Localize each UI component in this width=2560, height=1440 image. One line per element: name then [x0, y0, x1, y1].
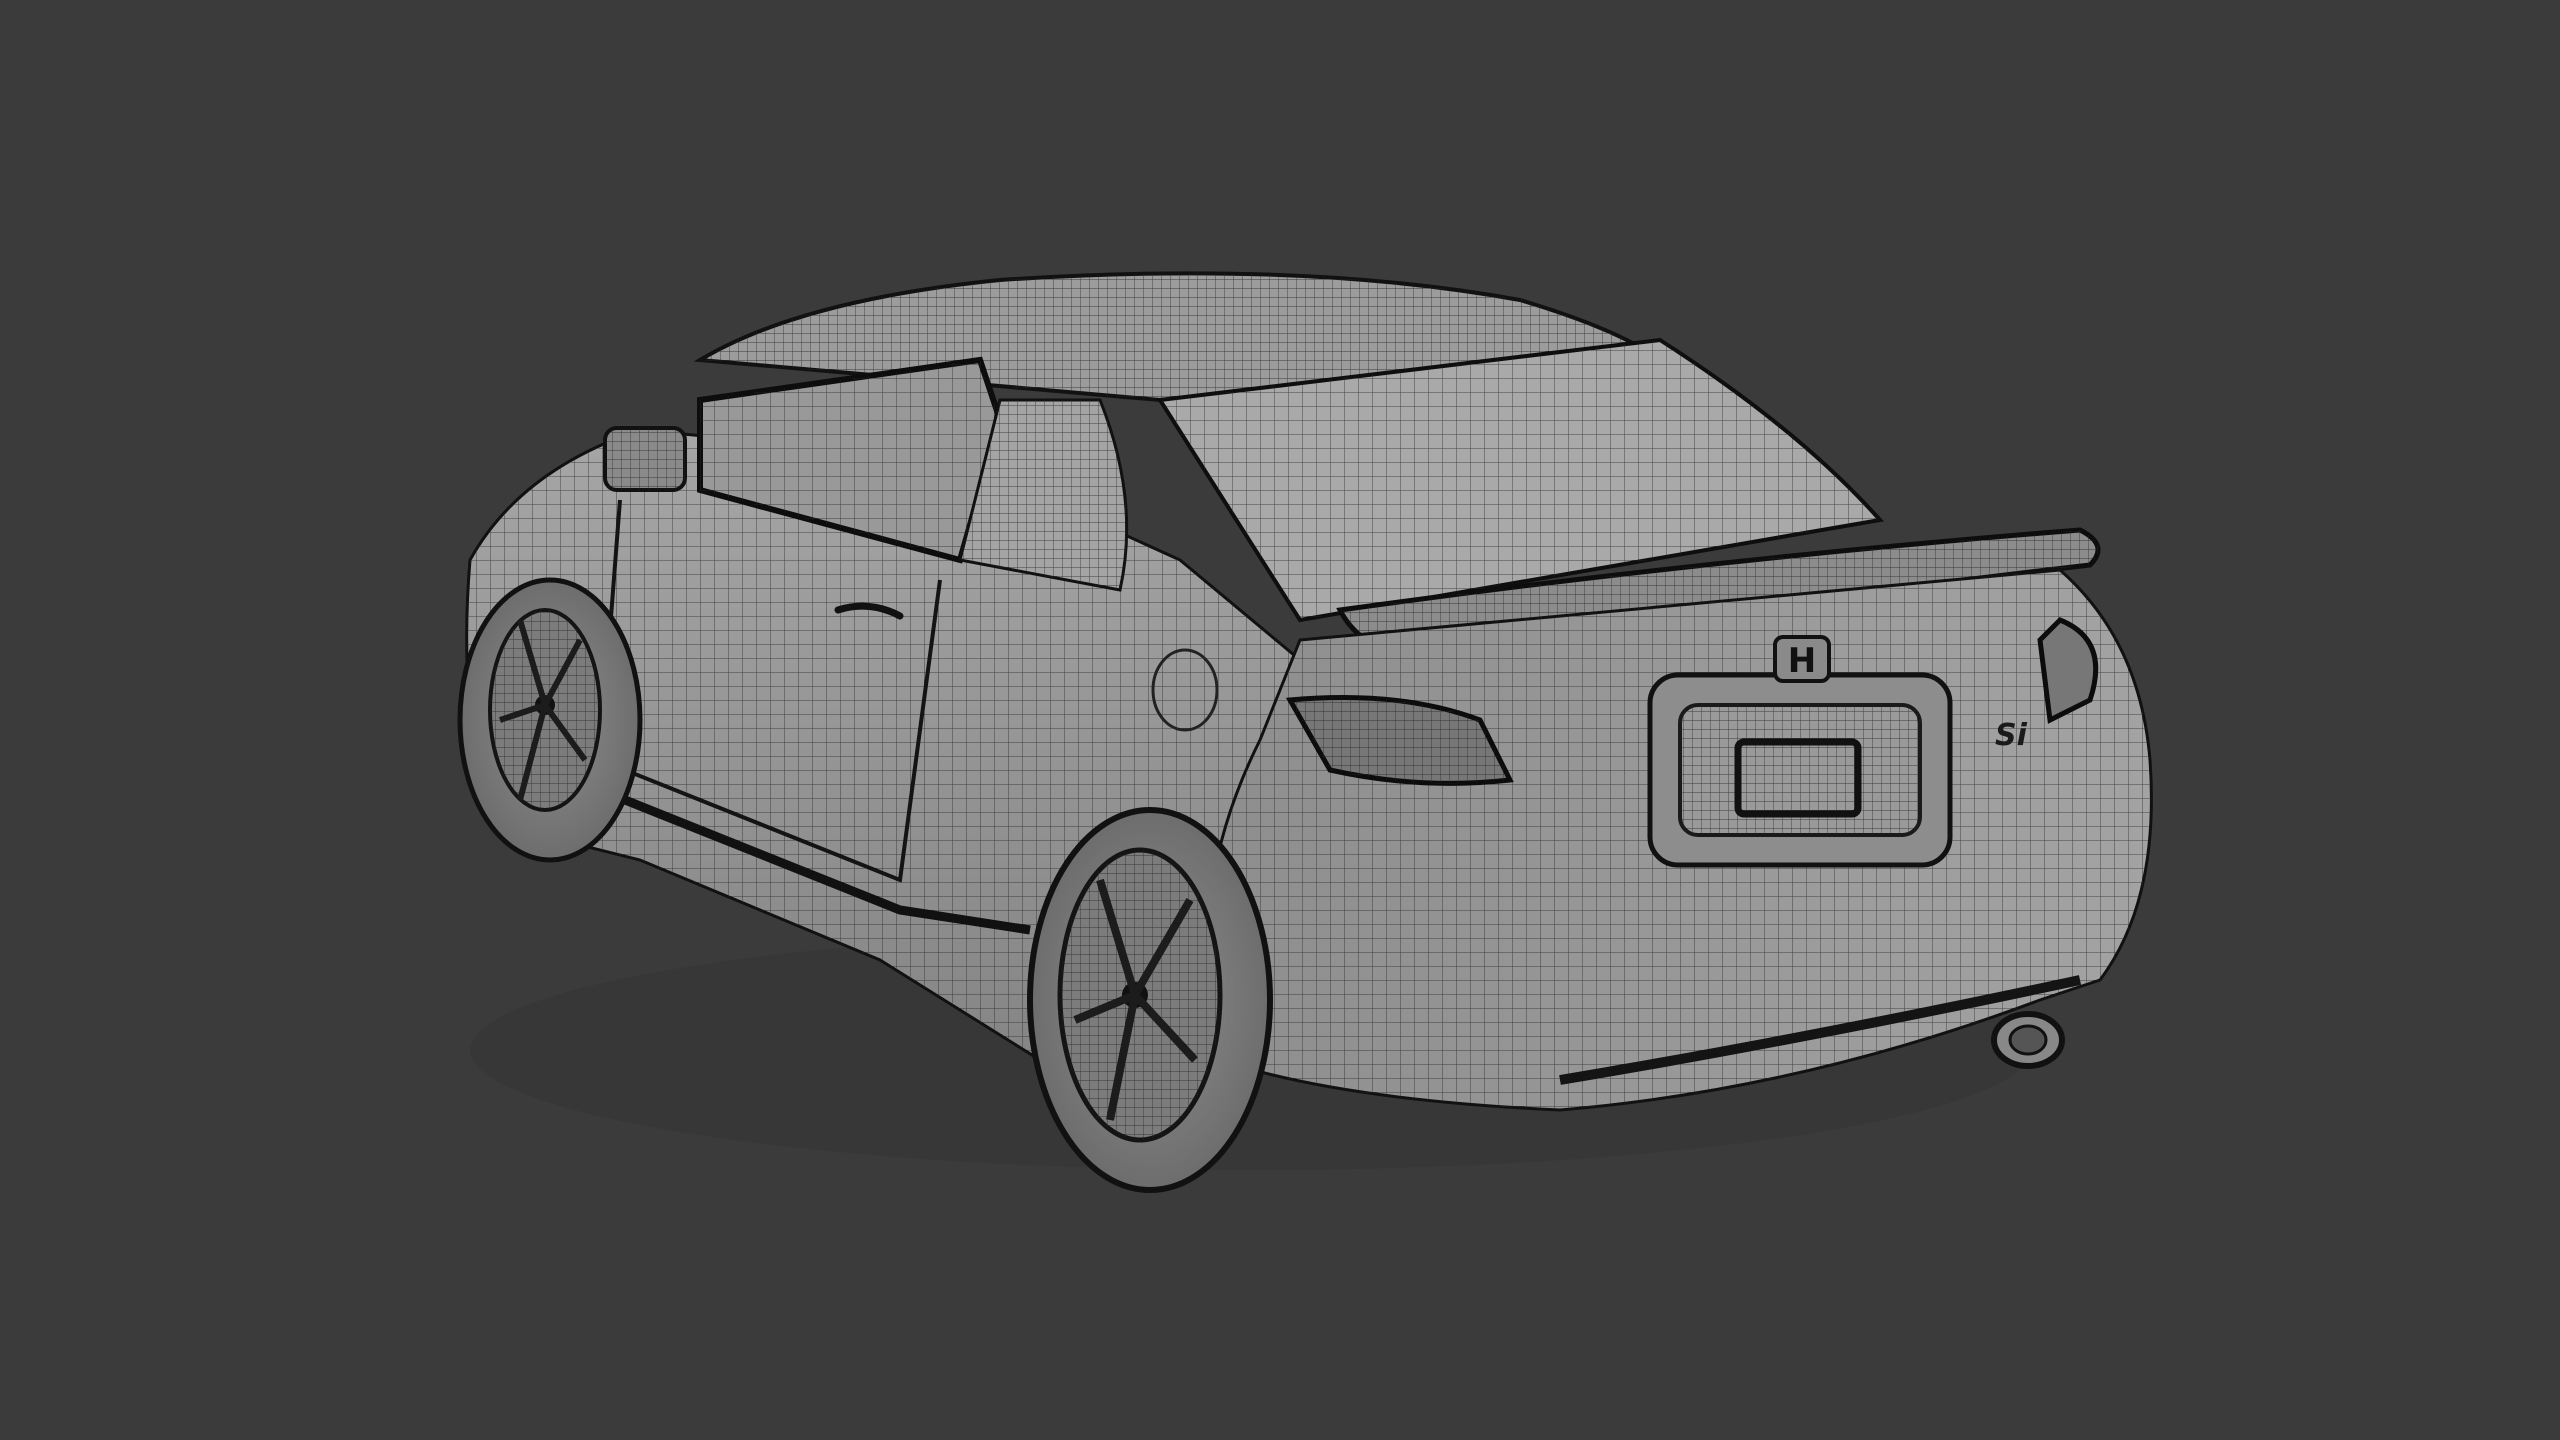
3d-viewport[interactable]: H Si	[0, 0, 2560, 1440]
exhaust-tip	[1991, 1011, 2065, 1069]
rear-wheel	[1027, 807, 1273, 1193]
license-plate	[1647, 672, 1953, 868]
honda-emblem: H	[1773, 635, 1831, 683]
side-mirror	[603, 426, 687, 492]
car-wireframe-render[interactable]: H Si	[0, 0, 2560, 1440]
emblem-logo: H	[1788, 641, 1816, 681]
front-wheel	[457, 577, 643, 863]
si-badge: Si	[1995, 718, 2028, 753]
